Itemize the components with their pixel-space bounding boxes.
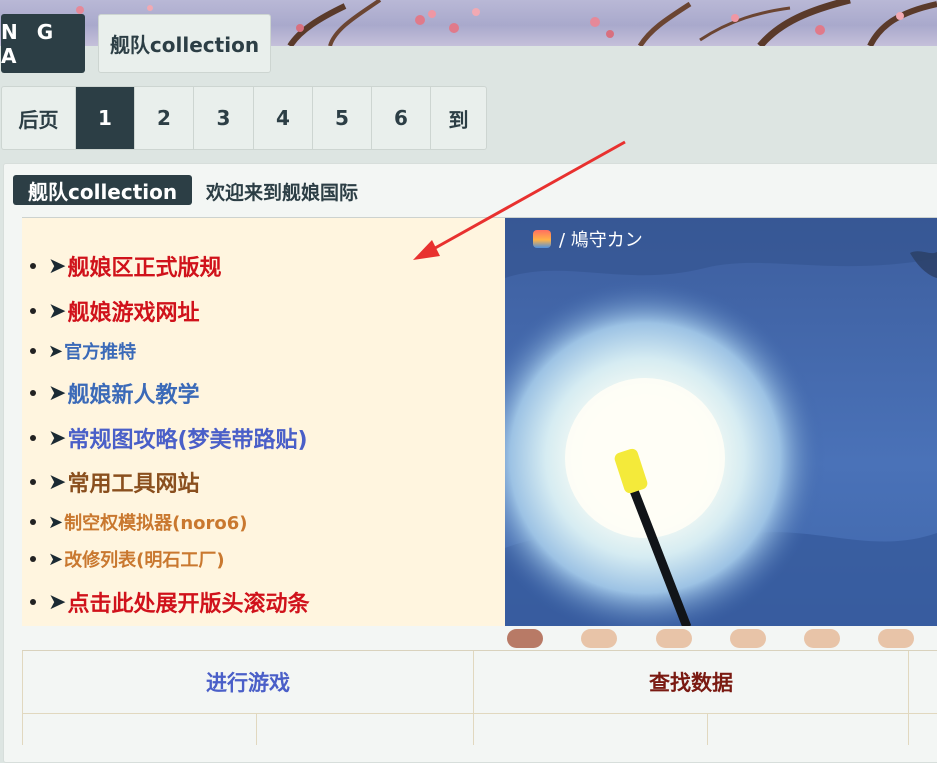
list-item: ➤ 官方推特	[22, 338, 136, 364]
credit-text: / 鳩守カン	[559, 230, 643, 251]
list-item: ➤ 舰娘区正式版规	[22, 250, 221, 282]
link-rules[interactable]: 舰娘区正式版规	[67, 250, 221, 282]
bottom-nav-table: 进行游戏 查找数据	[22, 650, 937, 745]
link-tool-sites[interactable]: 常用工具网站	[67, 466, 199, 498]
sunrise-app-icon	[533, 230, 551, 248]
tab-extra[interactable]	[908, 651, 937, 713]
link-air-simulator[interactable]: 制空权模拟器(noro6)	[64, 509, 247, 535]
slide-dot-5[interactable]	[804, 629, 840, 648]
bullet	[30, 479, 36, 485]
page-prev-button[interactable]: 后页	[2, 87, 76, 149]
page-3-button[interactable]: 3	[194, 87, 254, 149]
slideshow-image[interactable]: / 鳩守カン	[505, 217, 937, 626]
list-item: ➤ 点击此处展开版头滚动条	[22, 586, 309, 618]
tab-play-game[interactable]: 进行游戏	[22, 651, 473, 713]
arrow-icon: ➤	[48, 511, 64, 533]
pagination: 后页 1 2 3 4 5 6 到	[1, 86, 487, 150]
arrow-icon: ➤	[48, 425, 67, 451]
list-item: ➤ 改修列表(明石工厂)	[22, 546, 225, 572]
slide-dot-6[interactable]	[878, 629, 914, 648]
arrow-icon: ➤	[48, 253, 67, 279]
slide-dot-4[interactable]	[730, 629, 766, 648]
link-game-url[interactable]: 舰娘游戏网址	[67, 295, 199, 327]
bullet	[30, 435, 36, 441]
bullet	[30, 519, 36, 525]
arrow-icon: ➤	[48, 548, 64, 570]
page-1-button[interactable]: 1	[76, 87, 135, 149]
tab-search-data[interactable]: 查找数据	[473, 651, 908, 713]
list-item: ➤ 制空权模拟器(noro6)	[22, 509, 248, 535]
forum-tab[interactable]: 舰队collection	[98, 14, 271, 73]
arrow-icon: ➤	[48, 380, 67, 406]
arrow-icon: ➤	[48, 298, 67, 324]
arrow-icon: ➤	[48, 469, 67, 495]
bullet	[30, 599, 36, 605]
page-4-button[interactable]: 4	[254, 87, 313, 149]
page-goto-button[interactable]: 到	[431, 87, 486, 149]
bullet	[30, 308, 36, 314]
page-5-button[interactable]: 5	[313, 87, 372, 149]
arrow-icon: ➤	[48, 589, 67, 615]
welcome-text: 欢迎来到舰娘国际	[206, 182, 359, 204]
link-newbie-guide[interactable]: 舰娘新人教学	[67, 377, 199, 409]
links-panel: ➤ 舰娘区正式版规 ➤ 舰娘游戏网址 ➤ 官方推特 ➤ 舰娘新人教学 ➤ 常规图…	[22, 217, 505, 626]
link-official-twitter[interactable]: 官方推特	[64, 338, 136, 364]
slide-dot-2[interactable]	[581, 629, 617, 648]
slide-dot-1[interactable]	[507, 629, 543, 648]
moon-night-artwork	[505, 218, 937, 626]
forum-title[interactable]: 舰队collection	[13, 175, 193, 205]
list-item: ➤ 常规图攻略(梦美带路贴)	[22, 422, 308, 454]
list-item: ➤ 常用工具网站	[22, 466, 199, 498]
page-2-button[interactable]: 2	[135, 87, 194, 149]
bullet	[30, 390, 36, 396]
arrow-icon: ➤	[48, 340, 64, 362]
nga-logo[interactable]: N G A	[1, 14, 85, 73]
link-map-guides[interactable]: 常规图攻略(梦美带路贴)	[67, 422, 307, 454]
list-item: ➤ 舰娘游戏网址	[22, 295, 199, 327]
table-cell[interactable]	[22, 714, 256, 745]
table-cell[interactable]	[473, 714, 707, 745]
slide-dot-3[interactable]	[656, 629, 692, 648]
table-cell[interactable]	[256, 714, 473, 745]
table-cell[interactable]	[707, 714, 908, 745]
bullet	[30, 556, 36, 562]
slide-indicators	[505, 629, 937, 649]
link-improvement-list[interactable]: 改修列表(明石工厂)	[64, 546, 224, 572]
page-6-button[interactable]: 6	[372, 87, 431, 149]
list-item: ➤ 舰娘新人教学	[22, 377, 199, 409]
table-cell[interactable]	[908, 714, 937, 745]
image-credit: / 鳩守カン	[533, 226, 643, 252]
bullet	[30, 348, 36, 354]
link-expand-scroller[interactable]: 点击此处展开版头滚动条	[67, 586, 309, 618]
bullet	[30, 263, 36, 269]
